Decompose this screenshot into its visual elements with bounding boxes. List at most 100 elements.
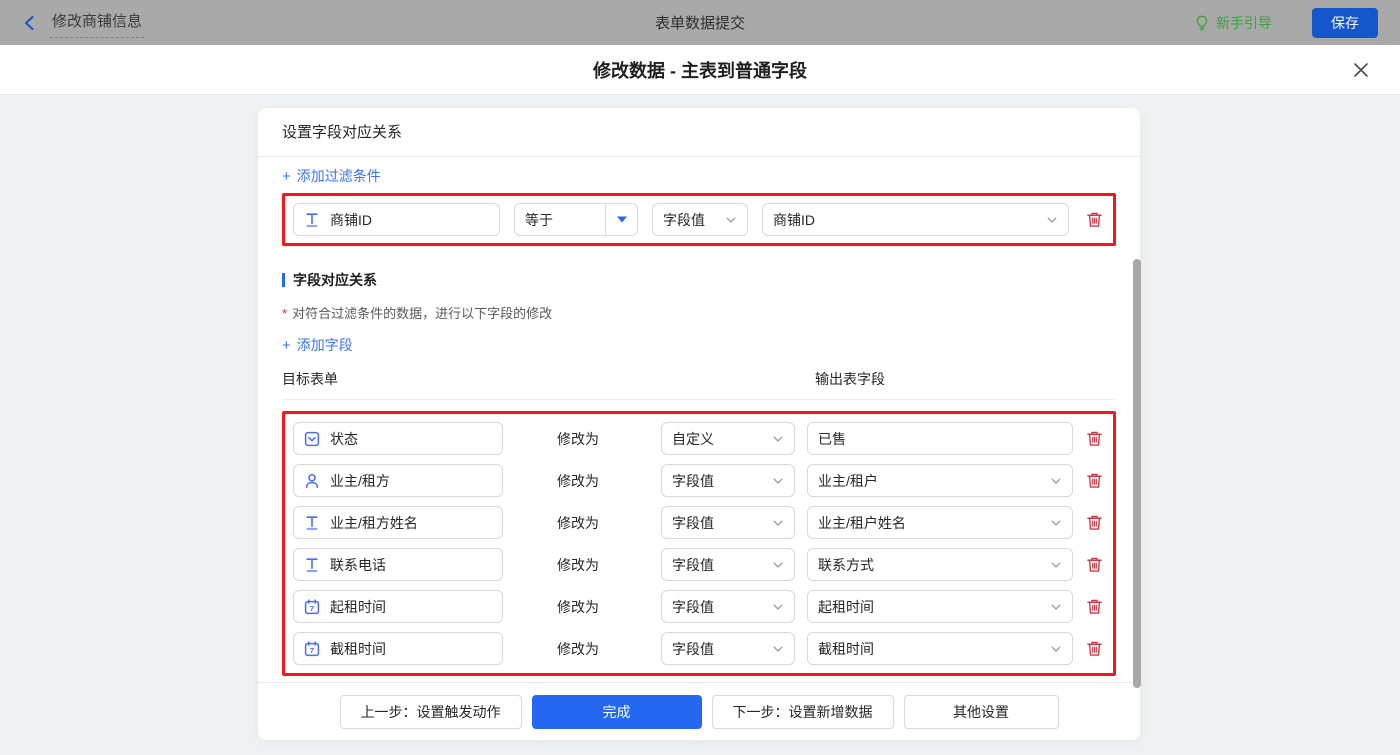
- beginner-guide-button[interactable]: 新手引导: [1194, 13, 1272, 33]
- field-mapping-list: 状态 修改为 自定义 已售 业主/租方 修改为 字段值 业主/租户 业主/租方姓名 修改为 字段值业…: [282, 411, 1116, 676]
- target-field-input[interactable]: 业主/租方: [293, 464, 503, 497]
- delete-row-button[interactable]: [1083, 430, 1105, 447]
- value-type-select[interactable]: 字段值: [661, 464, 795, 497]
- target-field-input[interactable]: 7 起租时间: [293, 590, 503, 623]
- output-field-select[interactable]: 截租时间: [807, 632, 1073, 665]
- filter-field-label: 商铺ID: [330, 211, 372, 228]
- next-step-button[interactable]: 下一步：设置新增数据: [711, 694, 894, 729]
- save-button[interactable]: 保存: [1312, 7, 1378, 38]
- output-value-label: 联系方式: [818, 556, 874, 573]
- value-type-select[interactable]: 自定义: [661, 422, 795, 455]
- target-field-input[interactable]: 联系电话: [293, 548, 503, 581]
- value-type-select[interactable]: 字段值: [661, 548, 795, 581]
- delete-row-button[interactable]: [1083, 514, 1105, 531]
- trash-icon: [1086, 514, 1103, 531]
- value-type-label: 字段值: [672, 472, 714, 489]
- value-type-label: 字段值: [672, 598, 714, 615]
- modify-action-label: 修改为: [557, 472, 599, 489]
- add-filter-label: 添加过滤条件: [296, 168, 381, 184]
- modal-header: 修改数据 - 主表到普通字段: [0, 45, 1400, 95]
- value-type-label: 字段值: [672, 556, 714, 573]
- target-field-label: 业主/租方: [330, 472, 390, 489]
- flow-name-label[interactable]: 修改商铺信息: [50, 7, 145, 38]
- user-icon: [304, 473, 320, 489]
- output-value-label: 起租时间: [818, 598, 874, 615]
- section-title: 字段对应关系: [282, 270, 1116, 290]
- delete-row-button[interactable]: [1083, 640, 1105, 657]
- modify-action-label: 修改为: [557, 640, 599, 657]
- field-mapping-row: 7 起租时间 修改为 字段值 起租时间: [293, 590, 1105, 623]
- operator-select[interactable]: 等于: [514, 203, 638, 236]
- value-type-select[interactable]: 字段值: [661, 632, 795, 665]
- close-button[interactable]: [1348, 57, 1374, 83]
- output-field-select[interactable]: 业主/租户姓名: [807, 506, 1073, 539]
- target-field-input[interactable]: 状态: [293, 422, 503, 455]
- delete-row-button[interactable]: [1083, 598, 1105, 615]
- other-settings-button[interactable]: 其他设置: [903, 694, 1059, 729]
- trash-icon: [1086, 472, 1103, 489]
- trash-icon: [1086, 430, 1103, 447]
- output-value-label: 业主/租户: [818, 472, 878, 489]
- target-field-label: 状态: [330, 430, 358, 447]
- filter-value-field-select[interactable]: 商铺ID: [762, 203, 1069, 236]
- output-value-input[interactable]: 已售: [807, 422, 1073, 455]
- filter-value-field-label: 商铺ID: [773, 211, 815, 228]
- field-mapping-row: 7 截租时间 修改为 字段值 截租时间: [293, 632, 1105, 665]
- target-field-input[interactable]: 业主/租方姓名: [293, 506, 503, 539]
- text-icon: [304, 557, 320, 573]
- add-filter-link[interactable]: + 添加过滤条件: [282, 166, 381, 186]
- output-value-label: 业主/租户姓名: [818, 514, 906, 531]
- beginner-guide-label: 新手引导: [1216, 14, 1272, 31]
- node-title: 表单数据提交: [654, 15, 745, 32]
- operator-caret-button[interactable]: [605, 204, 637, 235]
- plus-icon: +: [282, 336, 291, 354]
- add-field-link[interactable]: + 添加字段: [282, 335, 353, 355]
- field-mapping-row: 业主/租方 修改为 字段值 业主/租户: [293, 464, 1105, 497]
- svg-text:7: 7: [310, 646, 314, 655]
- date-icon: 7: [304, 640, 320, 657]
- field-mapping-row: 状态 修改为 自定义 已售: [293, 422, 1105, 455]
- delete-filter-button[interactable]: [1083, 211, 1105, 228]
- target-field-input[interactable]: 7 截租时间: [293, 632, 503, 665]
- output-field-select[interactable]: 业主/租户: [807, 464, 1073, 497]
- required-note-text: 对符合过滤条件的数据，进行以下字段的修改: [292, 306, 553, 321]
- card-footer: 上一步：设置触发动作 完成 下一步：设置新增数据 其他设置: [258, 682, 1140, 740]
- finish-button[interactable]: 完成: [531, 694, 702, 729]
- section-title-label: 字段对应关系: [293, 272, 377, 288]
- delete-row-button[interactable]: [1083, 556, 1105, 573]
- chevron-down-icon: [725, 214, 737, 226]
- back-icon: [22, 15, 38, 31]
- modify-action-label: 修改为: [557, 430, 599, 447]
- chevron-down-icon: [772, 559, 784, 571]
- filter-value-type-label: 字段值: [663, 211, 705, 228]
- text-icon: [304, 212, 320, 228]
- prev-step-button[interactable]: 上一步：设置触发动作: [339, 694, 522, 729]
- chevron-down-icon: [772, 517, 784, 529]
- value-type-select[interactable]: 字段值: [661, 590, 795, 623]
- operator-label: 等于: [525, 211, 553, 228]
- delete-row-button[interactable]: [1083, 472, 1105, 489]
- filter-field-input[interactable]: 商铺ID: [293, 203, 500, 236]
- target-field-label: 联系电话: [330, 556, 386, 573]
- output-field-select[interactable]: 联系方式: [807, 548, 1073, 581]
- plus-icon: +: [282, 167, 291, 185]
- output-value-label: 已售: [818, 430, 846, 447]
- chevron-down-icon: [772, 433, 784, 445]
- filter-value-type-select[interactable]: 字段值: [652, 203, 748, 236]
- output-field-select[interactable]: 起租时间: [807, 590, 1073, 623]
- select-icon: [304, 431, 320, 447]
- add-field-label: 添加字段: [296, 337, 353, 353]
- chevron-down-icon: [1050, 601, 1062, 613]
- target-field-label: 业主/租方姓名: [330, 514, 418, 531]
- modify-action-label: 修改为: [557, 598, 599, 615]
- modify-action-label: 修改为: [557, 514, 599, 531]
- modal-title: 修改数据 - 主表到普通字段: [593, 60, 807, 81]
- back-button[interactable]: 修改商铺信息: [22, 7, 145, 38]
- value-type-select[interactable]: 字段值: [661, 506, 795, 539]
- trash-icon: [1086, 640, 1103, 657]
- chevron-down-icon: [1050, 643, 1062, 655]
- scrollbar-thumb[interactable]: [1133, 259, 1141, 688]
- modify-action-label: 修改为: [557, 556, 599, 573]
- chevron-down-icon: [772, 643, 784, 655]
- text-icon: [304, 515, 320, 531]
